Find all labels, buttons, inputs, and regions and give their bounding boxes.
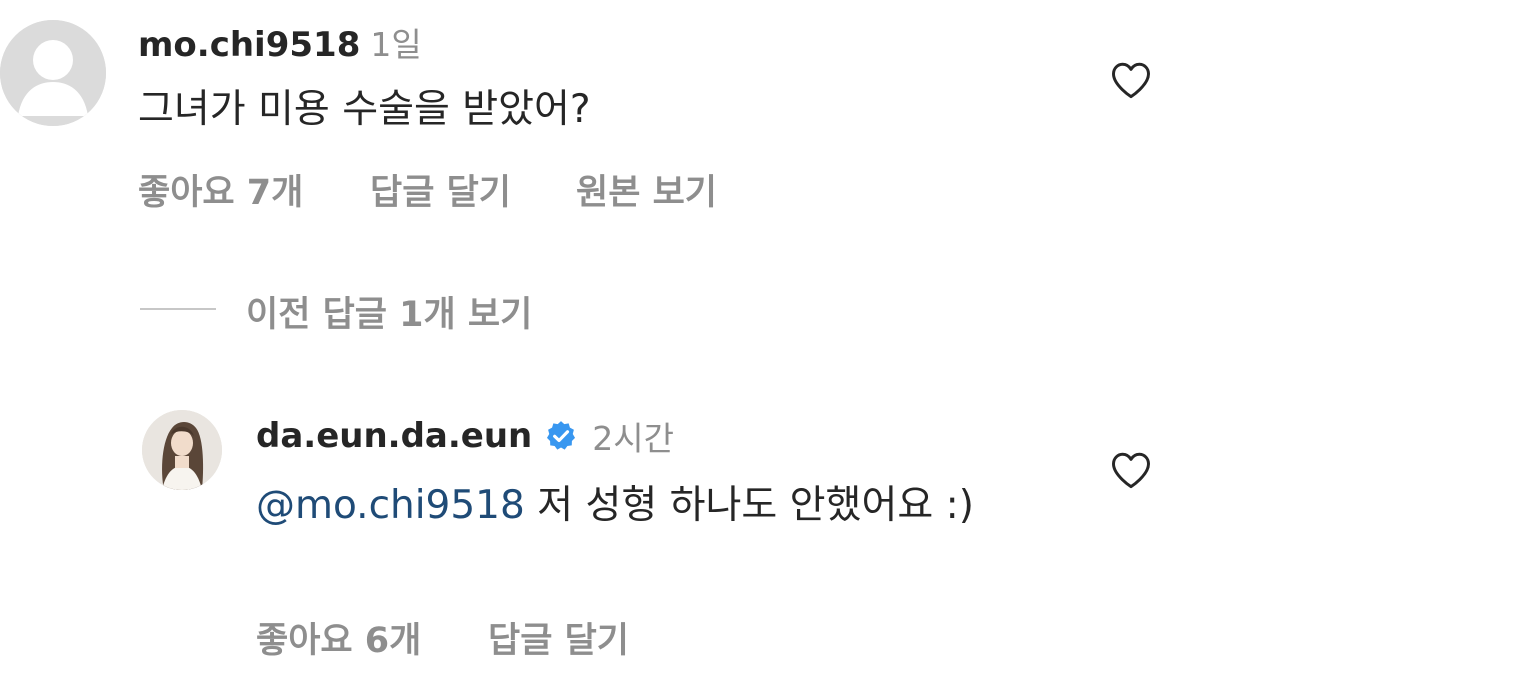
comment-username[interactable]: mo.chi9518 [138, 25, 360, 65]
comment-header: mo.chi9518 1일 [138, 18, 422, 66]
avatar[interactable] [142, 410, 222, 490]
verified-badge-icon [547, 421, 576, 450]
see-original-button[interactable]: 원본 보기 [576, 164, 717, 215]
heart-outline-icon [1112, 62, 1150, 99]
mention-link[interactable]: @mo.chi9518 [256, 483, 525, 528]
comment-username[interactable]: da.eun.da.eun [256, 416, 532, 456]
reply-button[interactable]: 답글 달기 [370, 164, 511, 215]
view-previous-replies-button[interactable]: 이전 답글 1개 보기 [246, 286, 532, 337]
comment-body: 저 성형 하나도 안했어요 :) [524, 483, 974, 528]
like-comment-button[interactable] [1110, 60, 1152, 100]
default-avatar-icon [0, 20, 106, 126]
comment-header: da.eun.da.eun 2시간 [256, 412, 674, 460]
comment-text: 그녀가 미용 수술을 받았어? [138, 87, 591, 132]
heart-outline-icon [1112, 452, 1150, 489]
like-comment-button[interactable] [1110, 450, 1152, 490]
avatar-default[interactable] [0, 20, 106, 126]
profile-photo [142, 410, 222, 490]
replies-divider [140, 308, 216, 310]
comment-text: @mo.chi9518 저 성형 하나도 안했어요 :) [256, 478, 1016, 533]
comment-timestamp: 1일 [370, 25, 422, 64]
comment-timestamp: 2시간 [592, 419, 674, 458]
comment-like-count[interactable]: 좋아요 7개 [138, 164, 303, 215]
comment-like-count[interactable]: 좋아요 6개 [256, 612, 421, 663]
reply-button[interactable]: 답글 달기 [488, 612, 629, 663]
